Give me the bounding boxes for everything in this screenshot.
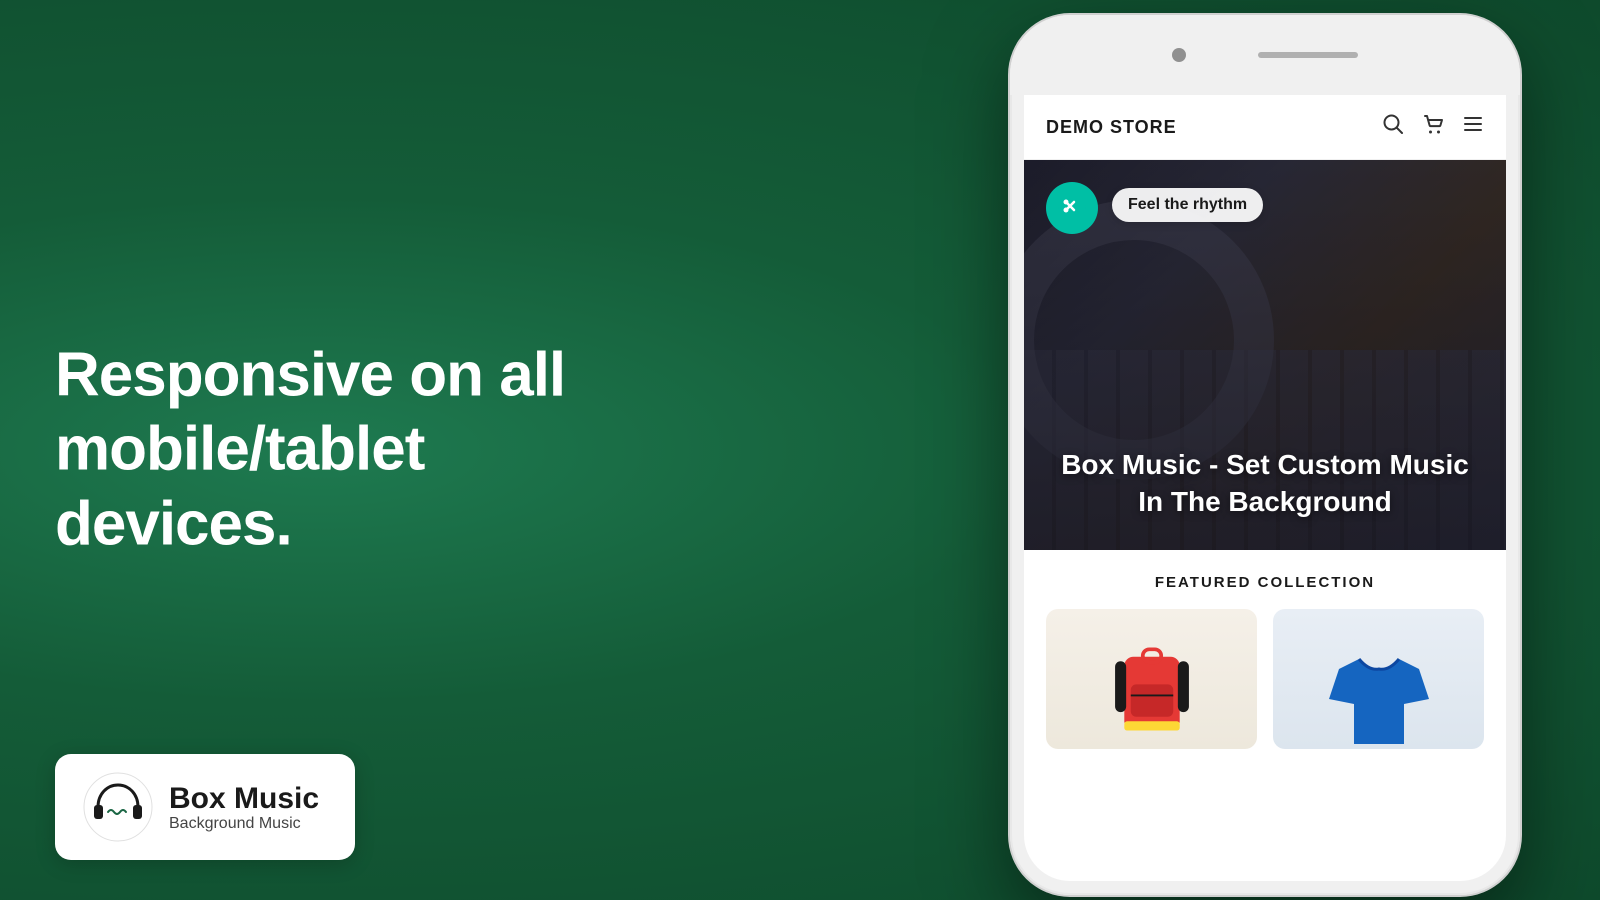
brand-text-block: Box Music Background Music — [169, 782, 319, 833]
hero-title: Box Music - Set Custom Music In The Back… — [1024, 447, 1506, 520]
phone-camera — [1172, 48, 1186, 62]
hero-banner: Feel the rhythm Box Music - Set Custom M… — [1024, 160, 1506, 550]
brand-tagline: Background Music — [169, 815, 319, 833]
brand-name: Box Music — [169, 782, 319, 815]
store-header: DEMO STORE — [1024, 95, 1506, 160]
headline-line2: devices. — [55, 489, 292, 558]
store-name: DEMO STORE — [1046, 117, 1177, 138]
feel-rhythm-text: Feel the rhythm — [1128, 196, 1247, 213]
scissors-icon — [1058, 194, 1086, 222]
phone-top-bar — [1010, 15, 1520, 95]
cart-icon[interactable] — [1422, 113, 1444, 141]
store-icons — [1382, 113, 1484, 141]
brand-logo: Box Music Background Music — [55, 754, 355, 860]
phone-outer: DEMO STORE — [1010, 15, 1520, 895]
menu-icon[interactable] — [1462, 113, 1484, 141]
product-grid — [1046, 609, 1484, 749]
feel-rhythm-tag: Feel the rhythm — [1112, 188, 1263, 222]
phone-speaker — [1258, 52, 1358, 58]
search-icon[interactable] — [1382, 113, 1404, 141]
headline: Responsive on all mobile/tablet devices. — [55, 338, 815, 561]
tshirt-image — [1329, 639, 1429, 749]
product-card-backpack[interactable] — [1046, 609, 1257, 749]
headline-line1: Responsive on all mobile/tablet — [55, 340, 565, 483]
left-content: Responsive on all mobile/tablet devices. — [55, 338, 815, 561]
featured-section: FEATURED COLLECTION — [1024, 550, 1506, 769]
hero-logo-badge — [1046, 182, 1098, 234]
product-card-tshirt[interactable] — [1273, 609, 1484, 749]
backpack-image — [1107, 629, 1197, 749]
featured-collection-title: FEATURED COLLECTION — [1046, 574, 1484, 591]
headphone-icon — [83, 772, 153, 842]
phone-screen: DEMO STORE — [1024, 95, 1506, 881]
phone-mockup: DEMO STORE — [1010, 15, 1520, 895]
